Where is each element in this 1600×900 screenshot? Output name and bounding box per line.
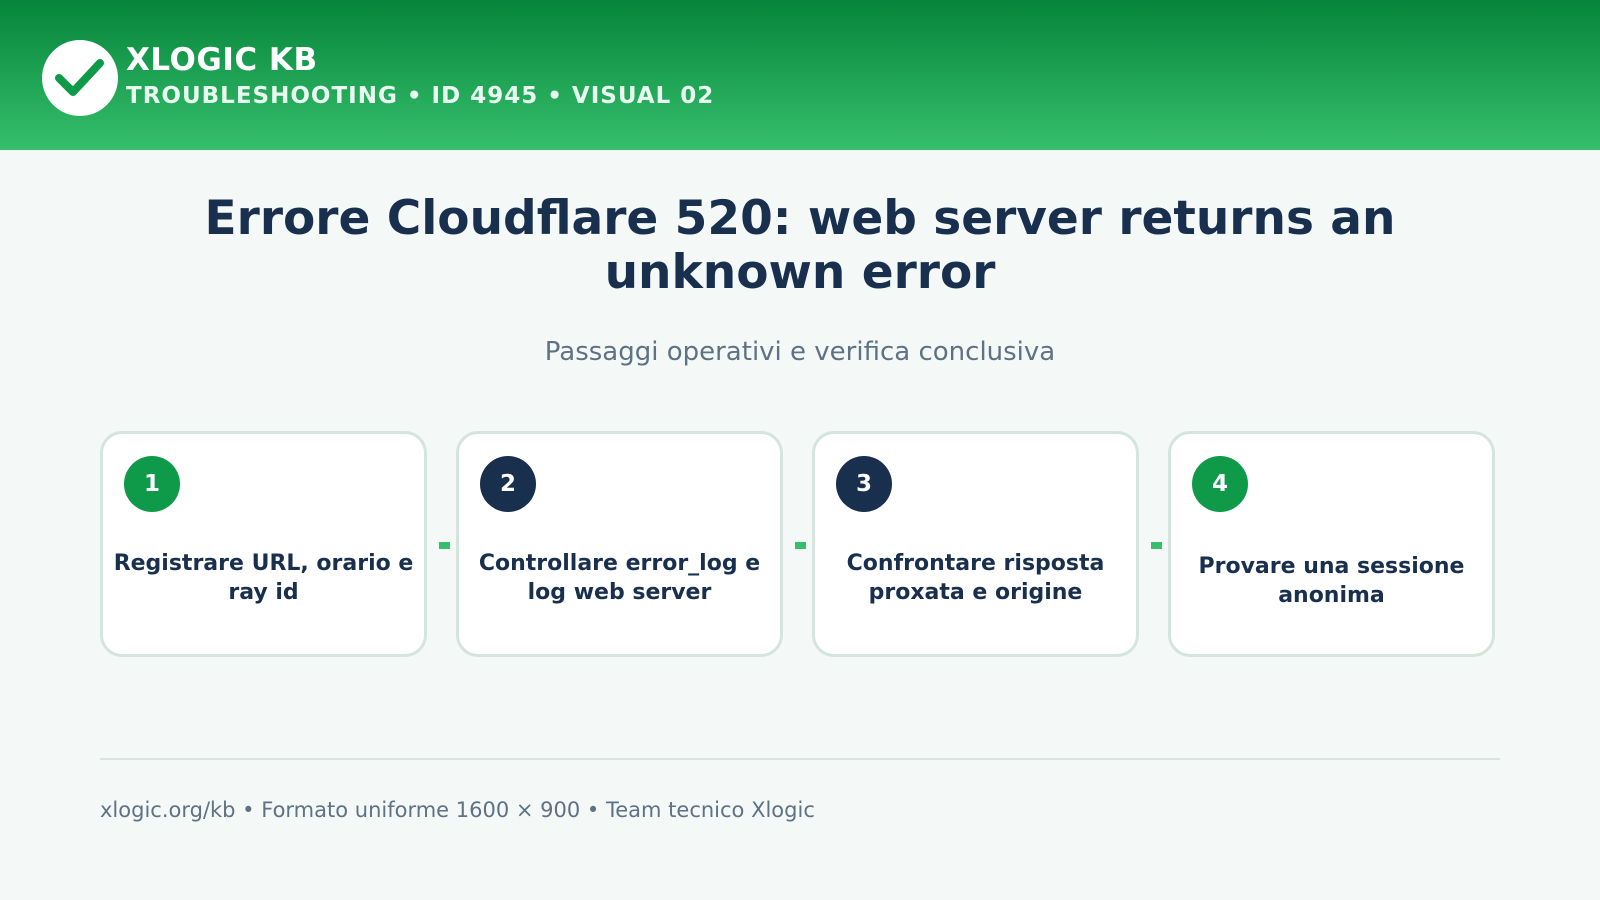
step-number-badge: 1 <box>124 456 180 512</box>
header-banner: XLOGIC KB TROUBLESHOOTING • ID 4945 • VI… <box>0 0 1600 150</box>
step-number-badge: 3 <box>836 456 892 512</box>
step-text: Provare una sessione anonima <box>1198 554 1465 608</box>
step-connector <box>795 542 806 549</box>
checkmark-icon <box>55 59 104 96</box>
step-connector <box>439 542 450 549</box>
step-text: Confrontare risposta proxata e origine <box>846 551 1105 605</box>
step-number-badge: 2 <box>480 456 536 512</box>
step-text: Controllare error_log e log web server <box>478 551 761 605</box>
step-text: Registrare URL, orario e ray id <box>113 551 414 605</box>
step-card-3: 3 Confrontare risposta proxata e origine <box>812 431 1139 657</box>
step-card-4: 4 Provare una sessione anonima <box>1168 431 1495 657</box>
footer-text: xlogic.org/kb • Formato uniforme 1600 × … <box>100 798 815 822</box>
logo <box>42 40 118 116</box>
breadcrumb: TROUBLESHOOTING • ID 4945 • VISUAL 02 <box>126 83 715 109</box>
step-card-1: 1 Registrare URL, orario e ray id <box>100 431 427 657</box>
footer-divider <box>100 758 1500 760</box>
page-subtitle: Passaggi operativi e verifica conclusiva <box>544 337 1056 367</box>
brand-name: XLOGIC KB <box>126 42 318 78</box>
step-number-badge: 4 <box>1192 456 1248 512</box>
step-card-2: 2 Controllare error_log e log web server <box>456 431 783 657</box>
page-title: Errore Cloudflare 520: web server return… <box>204 191 1396 300</box>
step-connector <box>1151 542 1162 549</box>
